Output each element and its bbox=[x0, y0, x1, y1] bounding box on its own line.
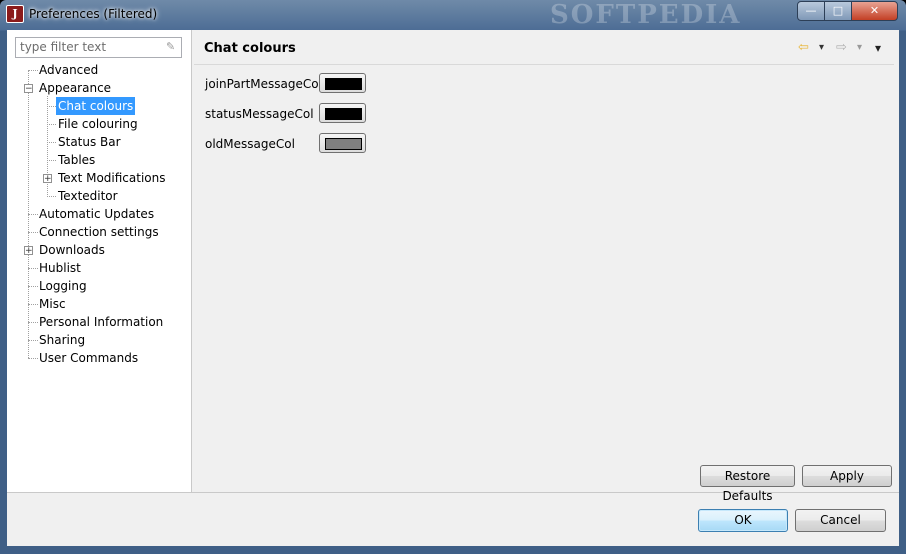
tree-item-logging[interactable]: Logging bbox=[37, 277, 89, 295]
tree-item-misc[interactable]: Misc bbox=[37, 295, 68, 313]
title-separator bbox=[194, 64, 894, 65]
collapse-appearance-icon[interactable]: − bbox=[24, 84, 33, 94]
tree-item-automatic-updates[interactable]: Automatic Updates bbox=[37, 205, 156, 223]
tree-connector bbox=[47, 106, 56, 107]
tree-item-file-colouring[interactable]: File colouring bbox=[56, 115, 140, 133]
filter-box: ✎ bbox=[15, 37, 182, 58]
tree-item-user-commands[interactable]: User Commands bbox=[37, 349, 140, 367]
dialog-client-area: ✎ − + bbox=[7, 30, 899, 546]
tree-item-personal-information[interactable]: Personal Information bbox=[37, 313, 165, 331]
color-swatch bbox=[325, 138, 362, 150]
join-part-message-col-button[interactable] bbox=[319, 73, 366, 93]
tree-item-downloads[interactable]: Downloads bbox=[37, 241, 107, 259]
status-message-col-button[interactable] bbox=[319, 103, 366, 123]
cancel-button[interactable]: Cancel bbox=[795, 509, 886, 532]
status-message-col-label: statusMessageCol bbox=[205, 107, 314, 121]
tree-item-text-modifications[interactable]: Text Modifications bbox=[56, 169, 167, 187]
tree-item-appearance[interactable]: Appearance bbox=[37, 79, 113, 97]
tree-item-advanced[interactable]: Advanced bbox=[37, 61, 100, 79]
color-swatch bbox=[325, 108, 362, 120]
maximize-button[interactable]: □ bbox=[824, 1, 852, 21]
color-swatch bbox=[325, 78, 362, 90]
tree-item-sharing[interactable]: Sharing bbox=[37, 331, 87, 349]
preferences-window: J Preferences (Filtered) SOFTPEDIA — □ ✕… bbox=[0, 0, 906, 554]
tree-item-texteditor[interactable]: Texteditor bbox=[56, 187, 120, 205]
tree-item-status-bar[interactable]: Status Bar bbox=[56, 133, 123, 151]
forward-menu-icon[interactable]: ▾ bbox=[857, 40, 862, 56]
filter-input[interactable] bbox=[16, 38, 164, 55]
apply-button[interactable]: Apply bbox=[802, 465, 892, 487]
tree-item-chat-colours[interactable]: Chat colours bbox=[56, 97, 136, 115]
watermark: SOFTPEDIA bbox=[550, 0, 742, 30]
join-part-message-col-label: joinPartMessageCol bbox=[205, 77, 322, 91]
minimize-button[interactable]: — bbox=[797, 1, 825, 21]
title-bar[interactable]: J Preferences (Filtered) SOFTPEDIA — □ ✕ bbox=[0, 0, 906, 30]
app-icon: J bbox=[6, 5, 24, 23]
expand-text-modifications-icon[interactable]: + bbox=[43, 174, 52, 184]
back-arrow-icon[interactable]: ⇦ bbox=[798, 40, 809, 56]
tree-item-connection-settings[interactable]: Connection settings bbox=[37, 223, 161, 241]
forward-arrow-icon[interactable]: ⇨ bbox=[836, 40, 847, 56]
close-button[interactable]: ✕ bbox=[851, 1, 898, 21]
tree-connector bbox=[47, 196, 56, 197]
preference-page: Chat colours ⇦ ▾ ⇨ ▾ ▾ joinPartMessageCo… bbox=[192, 30, 899, 503]
tree-connector bbox=[47, 160, 56, 161]
old-message-col-button[interactable] bbox=[319, 133, 366, 153]
clear-filter-icon[interactable]: ✎ bbox=[166, 41, 177, 52]
tree-connector bbox=[47, 124, 56, 125]
expand-downloads-icon[interactable]: + bbox=[24, 246, 33, 256]
restore-defaults-button[interactable]: Restore Defaults bbox=[700, 465, 795, 503]
page-title: Chat colours bbox=[204, 41, 296, 56]
tree-item-hublist[interactable]: Hublist bbox=[37, 259, 83, 277]
tree-connector bbox=[47, 142, 56, 143]
window-title: Preferences (Filtered) bbox=[29, 7, 158, 21]
tree-item-tables[interactable]: Tables bbox=[56, 151, 97, 169]
preferences-tree-pane: ✎ − + bbox=[7, 30, 192, 493]
old-message-col-label: oldMessageCol bbox=[205, 137, 295, 151]
ok-button[interactable]: OK bbox=[698, 509, 788, 532]
back-menu-icon[interactable]: ▾ bbox=[819, 40, 824, 56]
view-menu-icon[interactable]: ▾ bbox=[875, 40, 881, 56]
